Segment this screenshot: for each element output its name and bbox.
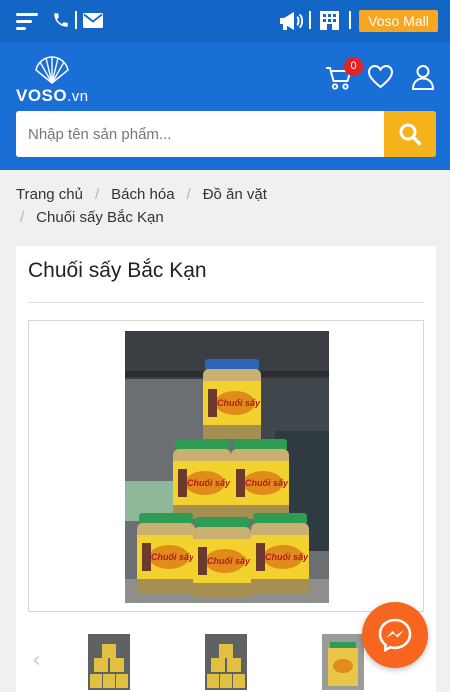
menu-icon[interactable] [16,13,38,30]
thumbnail[interactable] [322,634,364,690]
search-input[interactable] [16,111,384,157]
thumbnail[interactable] [88,634,130,690]
logo[interactable]: VOSO.vn [16,56,96,106]
voso-mall-button[interactable]: Voso Mall [359,10,438,32]
breadcrumb-item-home[interactable]: Trang chủ [16,186,83,203]
divider [28,302,424,303]
product-photo[interactable]: Chuối sấy Chuối sấy [125,331,329,603]
logo-text: VOSO.vn [16,86,89,105]
megaphone-icon[interactable] [279,11,303,31]
separator [309,11,311,29]
phone-icon[interactable] [52,11,70,29]
header: VOSO.vn 0 [0,42,450,170]
heart-icon[interactable] [367,64,394,90]
breadcrumb-separator: / [20,209,25,226]
product-title: Chuối sấy Bắc Kạn [28,259,207,282]
separator [75,11,77,29]
search-button[interactable] [384,111,436,157]
breadcrumb-separator: / [186,186,191,203]
search-icon [399,123,422,146]
search-bar [16,111,436,157]
breadcrumb-item-bach-hoa[interactable]: Bách hóa [111,186,174,203]
store-icon[interactable] [319,10,340,31]
shell-logo-icon [35,56,69,84]
product-image-frame[interactable]: Chuối sấy Chuối sấy [28,320,424,612]
chevron-left-icon[interactable]: ‹ [32,648,41,673]
messenger-button[interactable] [362,602,428,668]
thumbnail[interactable] [205,634,247,690]
breadcrumb-separator: / [94,186,100,203]
svg-text:Chuối sấy: Chuối sấy [217,398,261,408]
mail-icon[interactable] [83,13,103,28]
top-bar: Voso Mall [0,0,450,42]
breadcrumb-item-do-an-vat[interactable]: Đồ ăn vặt [203,186,267,203]
cart-count-badge: 0 [344,57,363,76]
breadcrumb-item-current[interactable]: Chuối sấy Bắc Kạn [36,209,164,226]
user-icon[interactable] [411,64,435,90]
messenger-icon [378,618,412,653]
separator [349,11,351,29]
